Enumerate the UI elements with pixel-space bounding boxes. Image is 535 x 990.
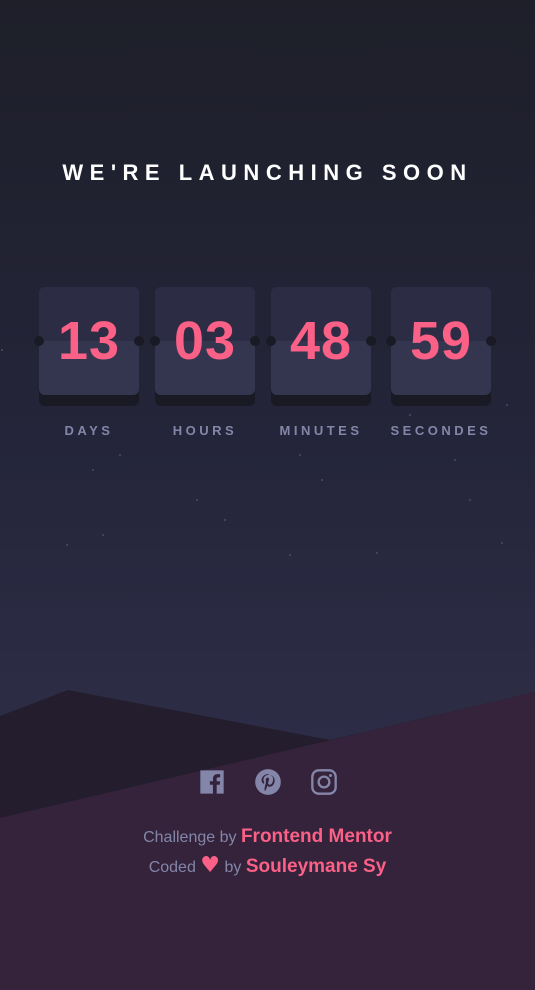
hours-value: 03 xyxy=(173,311,237,371)
coded-by: by xyxy=(224,859,242,876)
countdown-timer: 13 DAYS 03 HOURS 48 MINUTES 59 SECONDES xyxy=(0,287,535,457)
minutes-value: 48 xyxy=(289,311,353,371)
social-links xyxy=(0,768,535,800)
flip-card: 48 xyxy=(271,287,371,395)
coded-credit: Coded ♥ by Souleymane Sy xyxy=(0,853,535,878)
flip-card: 13 xyxy=(39,287,139,395)
countdown-minutes: 48 MINUTES xyxy=(266,287,376,438)
flip-card: 03 xyxy=(155,287,255,395)
card-notch xyxy=(250,336,260,346)
card-notch xyxy=(386,336,396,346)
challenge-prefix: Challenge by xyxy=(143,829,237,846)
challenge-credit: Challenge by Frontend Mentor xyxy=(0,826,535,848)
minutes-label: MINUTES xyxy=(279,423,363,438)
card-notch xyxy=(486,336,496,346)
heart-icon: ♥ xyxy=(200,853,221,878)
countdown-hours: 03 HOURS xyxy=(150,287,260,438)
countdown-days: 13 DAYS xyxy=(34,287,144,438)
pinterest-icon[interactable] xyxy=(254,768,282,796)
card-notch xyxy=(266,336,276,346)
card-notch xyxy=(366,336,376,346)
flip-card: 59 xyxy=(391,287,491,395)
facebook-icon[interactable] xyxy=(198,768,226,796)
card-notch xyxy=(134,336,144,346)
countdown-seconds: 59 SECONDES xyxy=(386,287,496,438)
page-title: WE'RE LAUNCHING SOON xyxy=(62,160,473,185)
card-notch xyxy=(150,336,160,346)
days-value: 13 xyxy=(57,311,121,371)
instagram-icon[interactable] xyxy=(310,768,338,796)
coded-prefix: Coded xyxy=(148,859,196,876)
card-notch xyxy=(34,336,44,346)
author-link[interactable]: Souleymane Sy xyxy=(246,856,386,877)
seconds-label: SECONDES xyxy=(390,423,492,438)
frontend-mentor-link[interactable]: Frontend Mentor xyxy=(241,826,392,847)
seconds-value: 59 xyxy=(409,311,473,371)
